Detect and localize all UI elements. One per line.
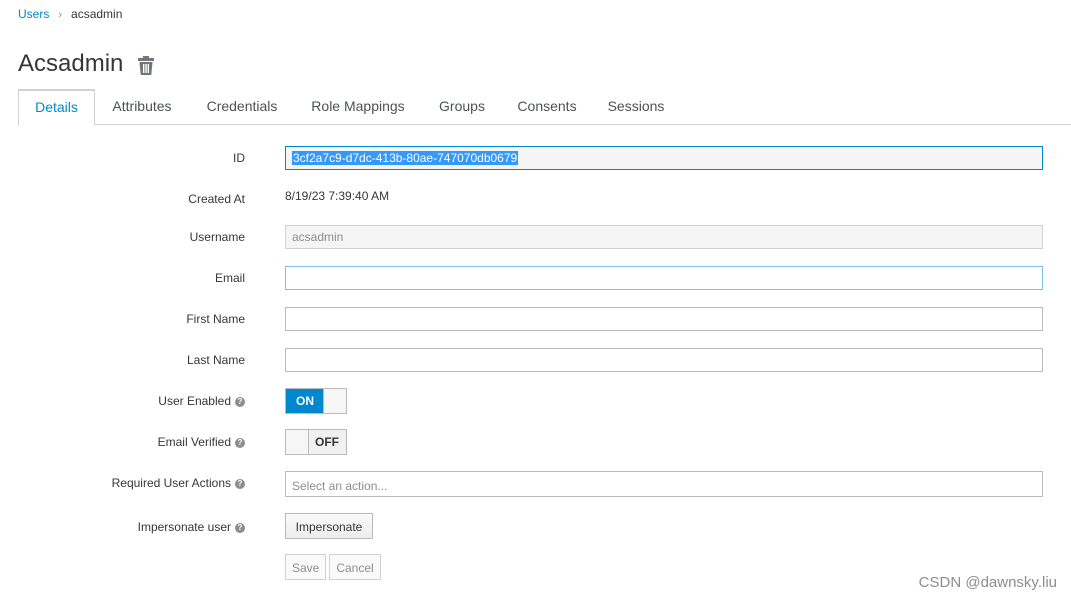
page-title: Acsadmin [18,50,124,77]
first-name-field[interactable] [285,307,1043,331]
tab-groups[interactable]: Groups [431,89,493,124]
email-verified-label-text: Email Verified [157,435,231,449]
email-verified-label: Email Verified? [158,435,245,449]
breadcrumb-current: acsadmin [71,7,123,21]
chevron-right-icon: › [58,9,63,21]
cancel-button[interactable]: Cancel [329,554,381,580]
email-verified-toggle[interactable]: OFF [285,429,347,455]
impersonate-button[interactable]: Impersonate [285,513,373,539]
help-icon[interactable]: ? [235,397,245,407]
tab-credentials[interactable]: Credentials [198,89,286,124]
username-field: acsadmin [285,225,1043,249]
help-icon[interactable]: ? [235,479,245,489]
toggle-on-label: ON [286,389,324,413]
breadcrumb-users-link[interactable]: Users [18,7,49,21]
last-name-label: Last Name [186,353,245,367]
required-actions-label: Required User Actions? [112,476,245,490]
created-at-value: 8/19/23 7:39:40 AM [285,189,390,203]
user-enabled-toggle[interactable]: ON [285,388,347,414]
tab-role-mappings[interactable]: Role Mappings [304,89,412,124]
watermark: CSDN @dawnsky.liu [918,574,1057,591]
required-actions-select[interactable]: Select an action... [285,471,1043,497]
email-label: Email [214,271,245,285]
user-enabled-label: User Enabled? [158,394,245,408]
user-enabled-label-text: User Enabled [158,394,231,408]
tab-consents[interactable]: Consents [510,89,584,124]
id-value: 3cf2a7c9-d7dc-413b-80ae-747070db0679 [292,151,519,165]
save-button[interactable]: Save [285,554,326,580]
toggle-knob [286,430,309,454]
required-actions-label-text: Required User Actions [111,476,231,490]
help-icon[interactable]: ? [235,438,245,448]
toggle-off-label: OFF [308,430,346,454]
page-header: Acsadmin [18,50,155,78]
email-field[interactable] [285,266,1043,290]
trash-icon[interactable] [138,55,155,75]
id-label: ID [233,151,245,165]
tab-bar: Details Attributes Credentials Role Mapp… [18,89,1071,126]
username-label: Username [189,230,245,244]
breadcrumb: Users › acsadmin [18,7,122,21]
tab-attributes[interactable]: Attributes [102,89,182,124]
first-name-label: First Name [186,312,245,326]
last-name-field[interactable] [285,348,1043,372]
impersonate-label: Impersonate user? [138,520,245,534]
created-at-label: Created At [188,192,245,206]
tab-details[interactable]: Details [18,89,95,126]
toggle-knob [323,389,346,413]
id-field[interactable]: 3cf2a7c9-d7dc-413b-80ae-747070db0679 [285,146,1043,170]
help-icon[interactable]: ? [235,523,245,533]
tab-sessions[interactable]: Sessions [602,89,670,124]
impersonate-label-text: Impersonate user [137,520,231,534]
